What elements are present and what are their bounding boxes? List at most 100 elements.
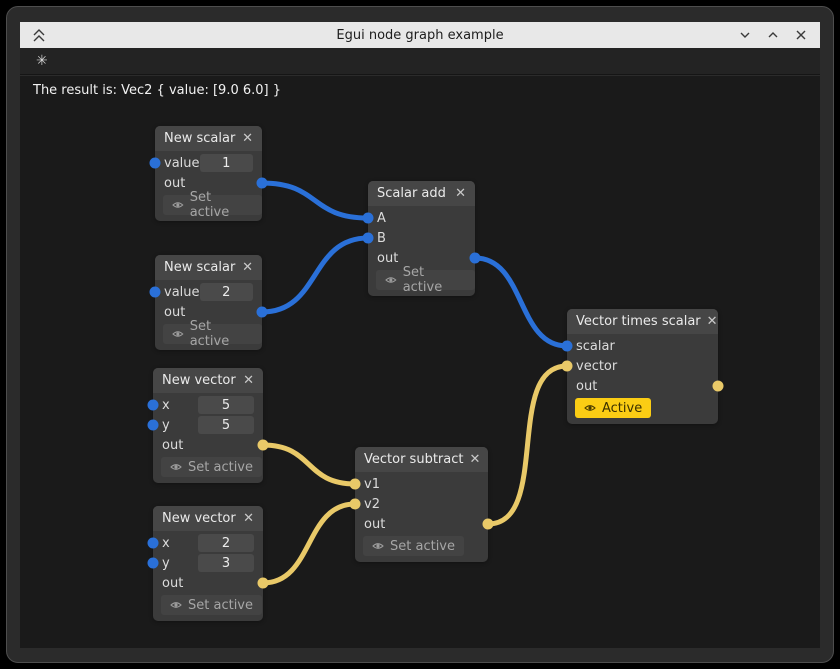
value-input-y[interactable]: 3 <box>198 554 254 572</box>
set-active-button[interactable]: Set active <box>161 457 262 477</box>
value-input-x[interactable]: 5 <box>198 396 254 414</box>
node-row-out: out <box>153 573 263 593</box>
port-subtract-v2[interactable] <box>350 499 361 510</box>
port-subtract-out[interactable] <box>483 519 494 530</box>
port-scalar1-value[interactable] <box>150 158 161 169</box>
node-row-A: A <box>368 208 475 228</box>
port-vector2-y[interactable] <box>148 558 159 569</box>
port-label: y <box>162 418 170 433</box>
node-row-out: out <box>153 435 263 455</box>
port-label: value <box>164 156 200 171</box>
node-row-v2: v2 <box>355 494 488 514</box>
port-label: out <box>162 576 183 591</box>
port-label: A <box>377 211 386 226</box>
port-label: out <box>164 305 185 320</box>
node-add[interactable]: Scalar add✕ABoutSet active <box>368 181 475 296</box>
node-title: New vector <box>162 373 236 388</box>
node-header[interactable]: Vector subtract ✕ <box>355 447 488 472</box>
port-label: x <box>162 536 170 551</box>
port-label: out <box>162 438 183 453</box>
node-header[interactable]: Vector times scalar✕ <box>567 309 718 334</box>
node-close-icon[interactable]: ✕ <box>243 374 254 387</box>
node-header[interactable]: New scalar ✕ <box>155 255 262 280</box>
port-label: v1 <box>364 477 380 492</box>
port-times-scalar[interactable] <box>562 341 573 352</box>
graph-layer: New scalar✕value1outSet activeNew scalar… <box>0 0 840 669</box>
node-close-icon[interactable]: ✕ <box>242 132 253 145</box>
button-label: Active <box>602 401 642 416</box>
port-label: out <box>364 517 385 532</box>
node-vector2[interactable]: New vector✕x2y3outSet active <box>153 506 263 621</box>
node-close-icon[interactable]: ✕ <box>243 512 254 525</box>
node-row-y: y3 <box>153 553 263 573</box>
node-header[interactable]: New vector ✕ <box>153 368 263 393</box>
port-scalar2-value[interactable] <box>150 287 161 298</box>
node-subtract[interactable]: Vector subtract ✕ v1 v2 out Set active <box>355 447 488 562</box>
value-input-value[interactable]: 1 <box>200 154 253 172</box>
node-header[interactable]: New scalar✕ <box>155 126 262 151</box>
node-row-x: x5 <box>153 395 263 415</box>
node-title: New vector <box>162 511 236 526</box>
eye-icon <box>172 200 184 210</box>
port-subtract-v1[interactable] <box>350 479 361 490</box>
port-vector1-x[interactable] <box>148 400 159 411</box>
node-row-value: value2 <box>155 282 262 302</box>
value-input-x[interactable]: 2 <box>198 534 254 552</box>
button-label: Set active <box>190 190 253 220</box>
eye-icon <box>385 275 397 285</box>
port-times-out[interactable] <box>713 381 724 392</box>
node-close-icon[interactable]: ✕ <box>455 187 466 200</box>
node-vector1[interactable]: New vector✕x5y5outSet active <box>153 368 263 483</box>
node-scalar1[interactable]: New scalar✕value1outSet active <box>155 126 262 221</box>
node-row-x: x2 <box>153 533 263 553</box>
port-vector1-out[interactable] <box>258 440 269 451</box>
port-label: scalar <box>576 339 615 354</box>
eye-icon <box>372 541 384 551</box>
port-scalar2-out[interactable] <box>257 307 268 318</box>
set-active-button[interactable]: Set active <box>163 324 262 344</box>
value-input-value[interactable]: 2 <box>200 283 253 301</box>
port-label: x <box>162 398 170 413</box>
set-active-button[interactable]: Set active <box>163 195 262 215</box>
node-header[interactable]: Scalar add ✕ <box>368 181 475 206</box>
node-row-out: out <box>355 514 488 534</box>
port-label: B <box>377 231 386 246</box>
port-label: out <box>164 176 185 191</box>
port-add-B[interactable] <box>363 233 374 244</box>
set-active-button[interactable]: Set active <box>363 536 464 556</box>
button-label: Set active <box>188 598 253 613</box>
port-label: vector <box>576 359 617 374</box>
node-row-out: out <box>567 376 718 396</box>
port-add-A[interactable] <box>363 213 374 224</box>
port-times-vector[interactable] <box>562 361 573 372</box>
node-row-y: y5 <box>153 415 263 435</box>
button-label: Set active <box>190 319 253 349</box>
button-label: Set active <box>403 265 466 295</box>
node-title: Vector subtract <box>364 452 463 467</box>
node-title: New scalar <box>164 260 235 275</box>
port-vector2-out[interactable] <box>258 578 269 589</box>
node-close-icon[interactable]: ✕ <box>469 453 480 466</box>
node-row-vector: vector <box>567 356 718 376</box>
node-close-icon[interactable]: ✕ <box>242 261 253 274</box>
port-label: out <box>576 379 597 394</box>
port-label: value <box>164 285 200 300</box>
node-times[interactable]: Vector times scalar✕ scalar vector out Activ… <box>567 309 718 424</box>
port-add-out[interactable] <box>470 253 481 264</box>
node-header[interactable]: New vector ✕ <box>153 506 263 531</box>
port-vector1-y[interactable] <box>148 420 159 431</box>
button-label: Set active <box>390 539 455 554</box>
node-row-scalar: scalar <box>567 336 718 356</box>
node-scalar2[interactable]: New scalar ✕ value2 out Set active <box>155 255 262 350</box>
set-active-button[interactable]: Set active <box>376 270 475 290</box>
set-active-button[interactable]: Set active <box>161 595 262 615</box>
eye-icon <box>170 462 182 472</box>
port-vector2-x[interactable] <box>148 538 159 549</box>
node-close-icon[interactable]: ✕ <box>707 315 718 328</box>
node-title: Scalar add <box>377 186 446 201</box>
node-row-value: value1 <box>155 153 262 173</box>
active-button[interactable]: Active <box>575 398 651 418</box>
node-row-v1: v1 <box>355 474 488 494</box>
port-scalar1-out[interactable] <box>257 178 268 189</box>
value-input-y[interactable]: 5 <box>198 416 254 434</box>
